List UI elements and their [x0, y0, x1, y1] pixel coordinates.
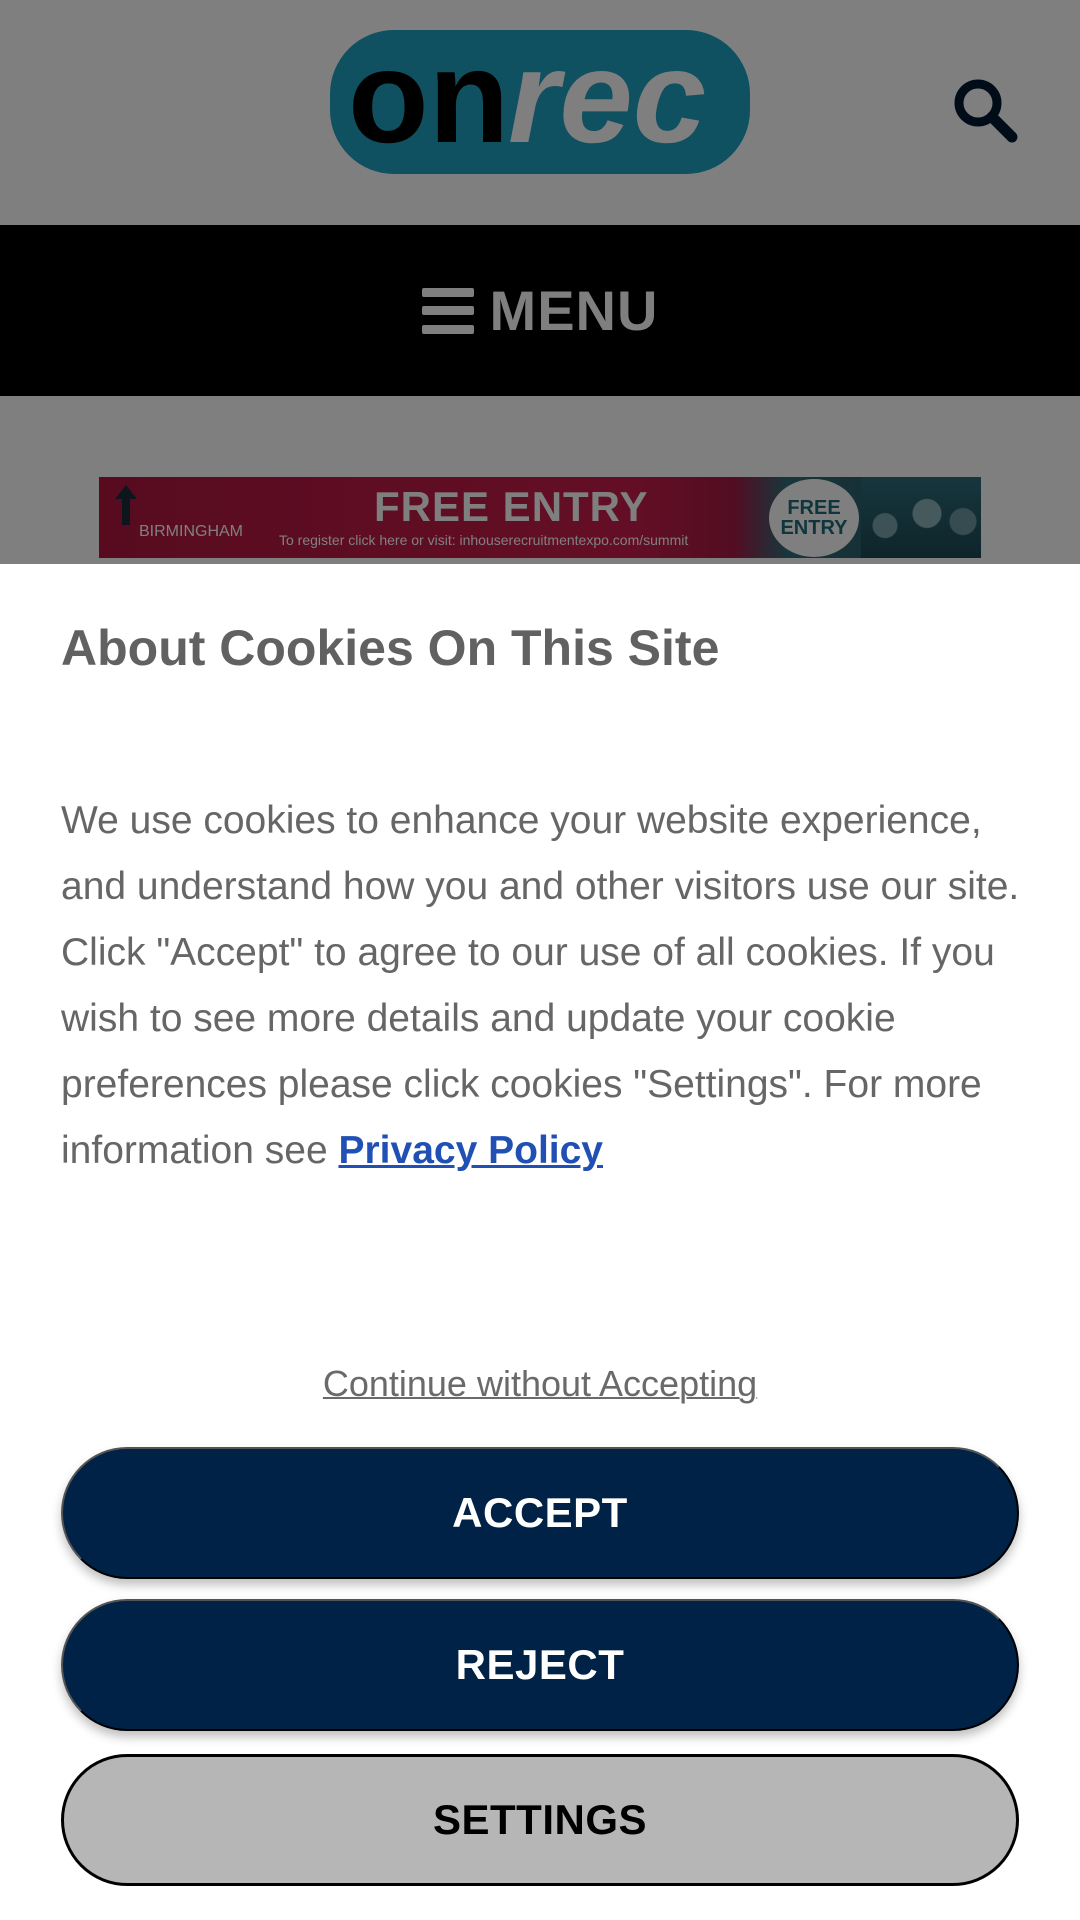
- accept-button[interactable]: ACCEPT: [61, 1447, 1019, 1579]
- cookie-title: About Cookies On This Site: [61, 620, 720, 676]
- settings-button[interactable]: SETTINGS: [61, 1754, 1019, 1886]
- cookie-body-text: We use cookies to enhance your website e…: [61, 799, 1020, 1172]
- cookie-dialog: About Cookies On This Site We use cookie…: [0, 564, 1080, 1920]
- page: on rec MENU BIRMINGHAM FREE ENTRY: [0, 0, 1080, 1920]
- privacy-policy-link[interactable]: Privacy Policy: [338, 1129, 603, 1172]
- continue-without-accepting-link[interactable]: Continue without Accepting: [0, 1363, 1080, 1405]
- cookie-body: We use cookies to enhance your website e…: [61, 788, 1021, 1184]
- reject-button[interactable]: REJECT: [61, 1599, 1019, 1731]
